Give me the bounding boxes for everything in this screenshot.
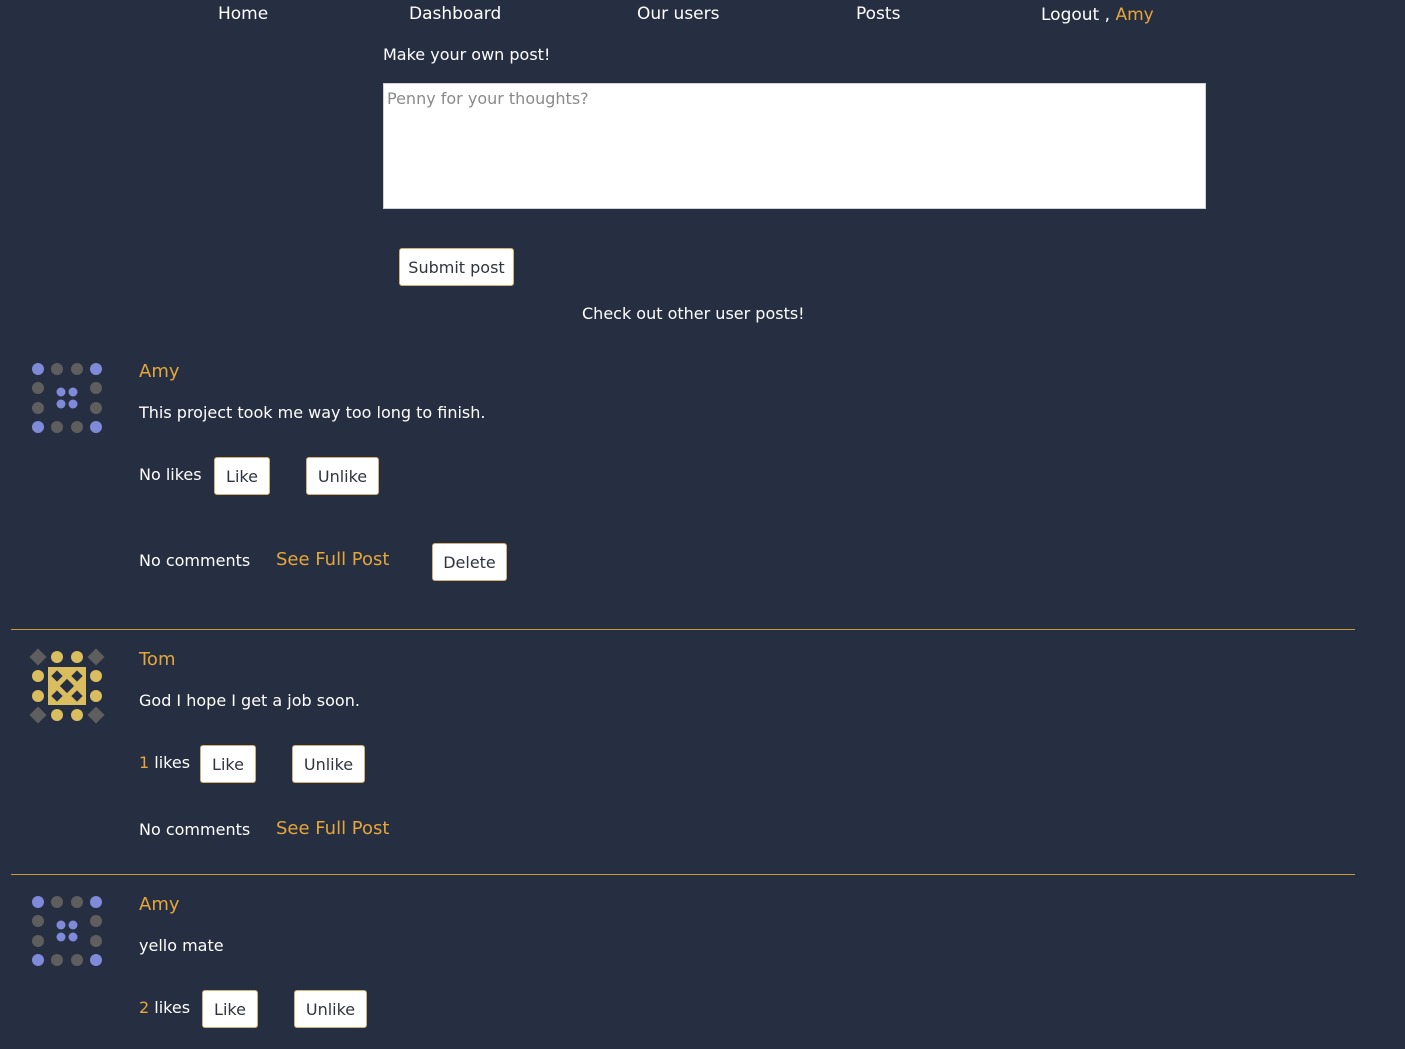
post-author[interactable]: Amy (139, 894, 180, 916)
nav-logout-link[interactable]: Logout (1041, 5, 1099, 25)
post-author[interactable]: Tom (139, 649, 175, 671)
likes-count: No likes (139, 465, 202, 484)
feed-heading: Check out other user posts! (582, 304, 805, 323)
delete-button[interactable]: Delete (432, 543, 507, 581)
identicon-blue-dots-icon (32, 896, 102, 966)
compose-heading: Make your own post! (383, 45, 551, 64)
nav-users-link[interactable]: Our users (637, 3, 720, 25)
comments-count: No comments (139, 820, 251, 839)
nav-separator: , (1104, 5, 1111, 25)
unlike-button[interactable]: Unlike (306, 457, 379, 495)
nav-posts-link[interactable]: Posts (856, 3, 900, 25)
nav-dashboard-link[interactable]: Dashboard (409, 3, 501, 25)
like-button[interactable]: Like (200, 745, 256, 783)
identicon-blue-dots-icon (32, 363, 102, 433)
unlike-button[interactable]: Unlike (294, 990, 367, 1028)
post-textarea[interactable] (383, 83, 1206, 209)
like-button[interactable]: Like (202, 990, 258, 1028)
post-text: yello mate (139, 936, 224, 955)
identicon-gold-diamond-icon (29, 648, 105, 724)
nav-user-area: Logout , Amy (1041, 4, 1154, 26)
submit-post-button[interactable]: Submit post (399, 248, 514, 286)
post-divider (11, 874, 1355, 875)
see-full-post-link[interactable]: See Full Post (276, 549, 389, 571)
comments-count: No comments (139, 551, 251, 570)
post-text: God I hope I get a job soon. (139, 691, 360, 710)
post-text: This project took me way too long to fin… (139, 403, 486, 422)
likes-count: 2 likes (139, 998, 191, 1017)
post-author[interactable]: Amy (139, 361, 180, 383)
likes-count: 1 likes (139, 753, 191, 772)
unlike-button[interactable]: Unlike (292, 745, 365, 783)
see-full-post-link[interactable]: See Full Post (276, 818, 389, 840)
post-divider (11, 629, 1355, 630)
nav-current-user[interactable]: Amy (1115, 5, 1153, 25)
nav-home-link[interactable]: Home (218, 3, 268, 25)
like-button[interactable]: Like (214, 457, 270, 495)
